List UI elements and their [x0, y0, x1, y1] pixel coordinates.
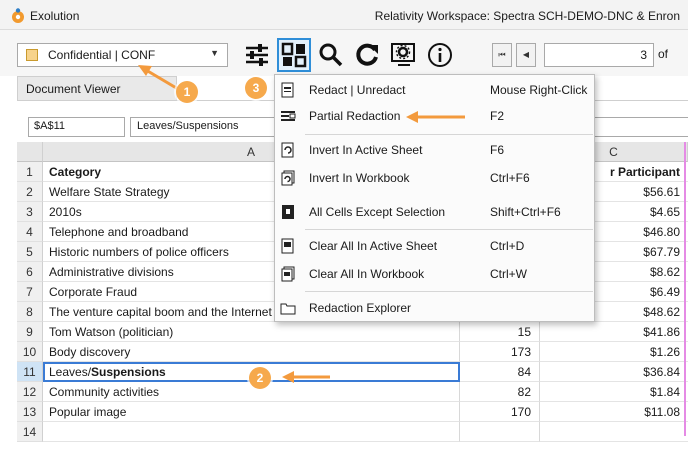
all-cells-except-icon: [282, 205, 294, 219]
invert-sheet-icon: [281, 142, 294, 158]
chevron-down-icon: ▼: [210, 48, 219, 58]
invert-workbook-icon: [281, 170, 295, 186]
previous-page-button[interactable]: ◀: [516, 43, 536, 67]
grid-corner[interactable]: [17, 142, 43, 162]
info-icon: [428, 43, 452, 67]
cell-b[interactable]: 82: [460, 382, 540, 402]
row-number[interactable]: 3: [17, 202, 43, 222]
cell-a[interactable]: [43, 422, 460, 442]
menu-item-all-cells-except-selection[interactable]: All Cells Except Selection Shift+Ctrl+F6: [275, 199, 594, 225]
cell-c[interactable]: $36.84: [540, 362, 688, 382]
folder-icon: [280, 303, 296, 315]
cell-a[interactable]: Body discovery: [43, 342, 460, 362]
cell-c[interactable]: $11.08: [540, 402, 688, 422]
confidentiality-value: Confidential | CONF: [48, 48, 156, 62]
row-number[interactable]: 9: [17, 322, 43, 342]
cell-text-plain: Leaves/: [49, 365, 92, 379]
callout-3: 3: [245, 77, 267, 99]
page-number-input[interactable]: 3: [544, 43, 654, 67]
row-number[interactable]: 4: [17, 222, 43, 242]
menu-separator: [305, 291, 593, 292]
table-row: 13 Popular image 170 $11.08: [17, 402, 688, 422]
clear-sheet-icon: [281, 238, 294, 254]
row-number[interactable]: 2: [17, 182, 43, 202]
refresh-icon: [356, 43, 378, 66]
sliders-icon: [246, 44, 268, 66]
settings-icon: [391, 43, 415, 66]
partial-redaction-icon: [281, 111, 296, 121]
toolbar: Confidential | CONF ▼ ⏮ ◀ 3 of: [0, 30, 688, 76]
title-bar: Exolution Relativity Workspace: Spectra …: [0, 0, 688, 30]
sheet-edge-marker: [684, 142, 686, 436]
cell-b[interactable]: [460, 422, 540, 442]
cell-b[interactable]: 173: [460, 342, 540, 362]
table-row: 14: [17, 422, 688, 442]
row-number[interactable]: 6: [17, 262, 43, 282]
menu-item-invert-active-sheet[interactable]: Invert In Active Sheet F6: [275, 137, 594, 163]
row-number[interactable]: 1: [17, 162, 43, 182]
page-of-label: of: [658, 47, 669, 61]
table-row: 10 Body discovery 173 $1.26: [17, 342, 688, 362]
confidentiality-color-swatch: [26, 49, 38, 61]
row-number[interactable]: 8: [17, 302, 43, 322]
selected-table-row: 11 Leaves/Suspensions 84 $36.84: [17, 362, 688, 382]
cell-c[interactable]: $41.86: [540, 322, 688, 342]
row-number[interactable]: 13: [17, 402, 43, 422]
row-number[interactable]: 12: [17, 382, 43, 402]
cell-c[interactable]: [540, 422, 688, 442]
clear-workbook-icon: [281, 266, 295, 282]
menu-item-clear-active-sheet[interactable]: Clear All In Active Sheet Ctrl+D: [275, 233, 594, 259]
tab-document-viewer[interactable]: Document Viewer: [17, 76, 177, 101]
search-button[interactable]: [314, 38, 348, 72]
exolution-logo-icon: [12, 8, 24, 23]
page-navigator: ⏮ ◀ 3 of: [486, 43, 688, 67]
row-number[interactable]: 11: [17, 362, 43, 382]
row-number[interactable]: 10: [17, 342, 43, 362]
cell-b[interactable]: 84: [460, 362, 540, 382]
menu-separator: [305, 134, 593, 135]
search-icon: [319, 43, 343, 67]
first-page-button[interactable]: ⏮: [492, 43, 512, 67]
callout-1: 1: [176, 81, 198, 103]
app-title: Exolution: [30, 9, 80, 23]
row-number[interactable]: 5: [17, 242, 43, 262]
row-number[interactable]: 7: [17, 282, 43, 302]
menu-item-clear-workbook[interactable]: Clear All In Workbook Ctrl+W: [275, 261, 594, 287]
cell-b[interactable]: 15: [460, 322, 540, 342]
menu-separator: [305, 229, 593, 230]
cell-b[interactable]: 170: [460, 402, 540, 422]
table-row: 9 Tom Watson (politician) 15 $41.86: [17, 322, 688, 342]
info-button[interactable]: [423, 38, 457, 72]
redaction-menu: Redact | Unredact Mouse Right-Click Part…: [274, 74, 595, 322]
refresh-button[interactable]: [350, 38, 384, 72]
settings-button[interactable]: [387, 38, 421, 72]
menu-item-invert-workbook[interactable]: Invert In Workbook Ctrl+F6: [275, 165, 594, 191]
callout-2: 2: [249, 367, 271, 389]
redaction-menu-button[interactable]: [277, 38, 311, 72]
confidentiality-dropdown[interactable]: Confidential | CONF ▼: [17, 43, 228, 67]
redact-document-icon: [281, 82, 294, 98]
row-number[interactable]: 14: [17, 422, 43, 442]
cell-reference-field[interactable]: $A$11: [28, 117, 125, 137]
menu-item-redaction-explorer[interactable]: Redaction Explorer: [275, 295, 594, 321]
cell-c[interactable]: $1.84: [540, 382, 688, 402]
menu-item-redact-unredact[interactable]: Redact | Unredact Mouse Right-Click: [275, 77, 594, 103]
cell-a[interactable]: Tom Watson (politician): [43, 322, 460, 342]
cell-c[interactable]: $1.26: [540, 342, 688, 362]
cell-a[interactable]: Popular image: [43, 402, 460, 422]
table-row: 12 Community activities 82 $1.84: [17, 382, 688, 402]
redaction-icon: [281, 42, 307, 68]
menu-item-partial-redaction[interactable]: Partial Redaction F2: [275, 103, 594, 129]
sliders-button[interactable]: [240, 38, 274, 72]
workspace-title: Relativity Workspace: Spectra SCH-DEMO-D…: [374, 9, 680, 23]
cell-text-bold: Suspensions: [91, 365, 166, 379]
